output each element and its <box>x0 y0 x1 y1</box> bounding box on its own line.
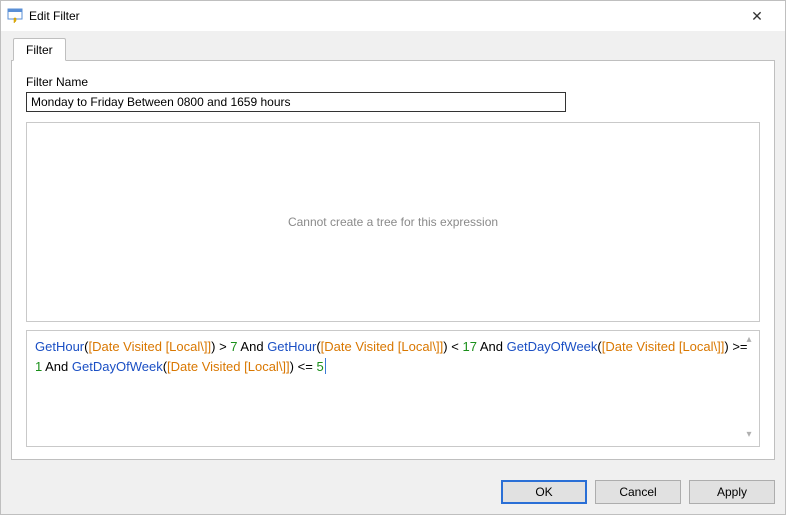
expr-token-op: > <box>219 339 227 354</box>
tab-filter[interactable]: Filter <box>13 38 66 61</box>
tabstrip: Filter <box>11 39 775 61</box>
close-icon[interactable]: ✕ <box>737 4 777 28</box>
expr-token-func: GetDayOfWeek <box>507 339 598 354</box>
filter-name-input[interactable] <box>26 92 566 112</box>
cancel-button[interactable]: Cancel <box>595 480 681 504</box>
expr-token-op: <= <box>298 359 313 374</box>
expr-token-paren: ) <box>211 339 215 354</box>
expr-token-paren: ) <box>290 359 294 374</box>
expr-token-kw: And <box>45 359 68 374</box>
dialog-button-row: OK Cancel Apply <box>1 470 785 514</box>
expr-token-kw: And <box>480 339 503 354</box>
filter-name-label: Filter Name <box>26 75 760 89</box>
expr-token-num: 17 <box>462 339 476 354</box>
edit-filter-window: Edit Filter ✕ Filter Filter Name Cannot … <box>0 0 786 515</box>
tree-empty-message: Cannot create a tree for this expression <box>288 215 498 229</box>
text-caret <box>325 358 326 374</box>
expr-token-field: [Date Visited [Local\]] <box>602 339 725 354</box>
expr-token-num: 7 <box>230 339 237 354</box>
titlebar: Edit Filter ✕ <box>1 1 785 31</box>
expr-token-paren: ) <box>443 339 447 354</box>
ok-button[interactable]: OK <box>501 480 587 504</box>
expr-token-func: GetHour <box>267 339 316 354</box>
scroll-up-icon[interactable]: ▴ <box>743 335 755 347</box>
expression-tree-panel: Cannot create a tree for this expression <box>26 122 760 322</box>
scroll-down-icon[interactable]: ▾ <box>743 430 755 442</box>
expr-token-num: 5 <box>316 359 323 374</box>
expr-token-field: [Date Visited [Local\]] <box>167 359 290 374</box>
app-icon <box>7 8 23 24</box>
tab-panel: Filter Name Cannot create a tree for thi… <box>11 60 775 460</box>
expr-token-func: GetDayOfWeek <box>72 359 163 374</box>
expr-token-func: GetHour <box>35 339 84 354</box>
client-area: Filter Filter Name Cannot create a tree … <box>1 31 785 470</box>
expr-token-field: [Date Visited [Local\]] <box>321 339 444 354</box>
expr-token-num: 1 <box>35 359 42 374</box>
expression-editor[interactable]: ▴ GetHour([Date Visited [Local\]]) > 7 A… <box>26 330 760 447</box>
expression-text[interactable]: GetHour([Date Visited [Local\]]) > 7 And… <box>35 339 748 374</box>
window-title: Edit Filter <box>29 9 737 23</box>
expr-token-field: [Date Visited [Local\]] <box>88 339 211 354</box>
expr-token-op: < <box>451 339 459 354</box>
expr-token-kw: And <box>240 339 263 354</box>
expr-token-paren: ) <box>724 339 728 354</box>
apply-button[interactable]: Apply <box>689 480 775 504</box>
